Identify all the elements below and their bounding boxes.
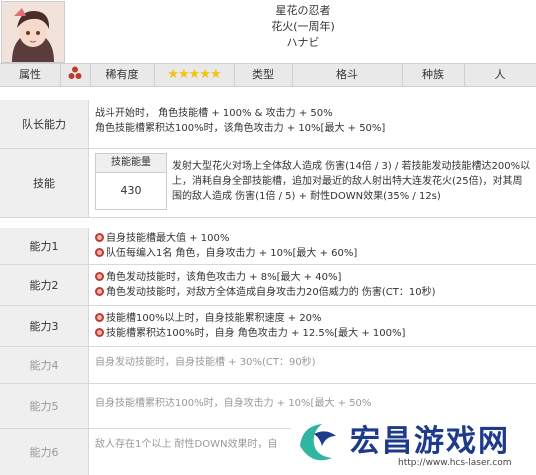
ability-row-2: 能力2 角色发动技能时，该角色攻击力 + 8%[最大 + 40%] 角色发动技能… bbox=[0, 265, 536, 306]
star-icons: ★★★★★ bbox=[167, 67, 221, 82]
character-name-kana: ハナビ bbox=[286, 36, 320, 49]
fire-attribute-icon bbox=[60, 64, 90, 86]
fire-icon bbox=[95, 287, 104, 296]
ability-line: 技能槽100%以上时，自身技能累积速度 + 20% bbox=[106, 313, 322, 324]
race-label: 种族 bbox=[422, 68, 444, 81]
fire-icon bbox=[95, 248, 104, 257]
type-label: 类型 bbox=[252, 68, 274, 81]
character-avatar bbox=[1, 1, 65, 63]
ability-line: 角色发动技能时，该角色攻击力 + 8%[最大 + 40%] bbox=[106, 272, 342, 283]
skill-description: 发射大型花火对场上全体敌人造成 伤害(14倍 / 3) / 若技能发动技能槽达2… bbox=[172, 161, 531, 202]
character-name-jp: 星花の忍者 bbox=[275, 4, 331, 17]
ability-line: 技能槽累积达100%时，自身 角色攻击力 + 12.5%[最大 + 100%] bbox=[106, 328, 406, 339]
ability-line: 自身发动技能时，自身技能槽 + 30%(CT：90秒) bbox=[95, 357, 316, 368]
site-watermark: 宏昌游戏网 http://www.hcs-laser.com bbox=[290, 412, 536, 475]
watermark-url: http://www.hcs-laser.com bbox=[398, 458, 512, 468]
ability-row-3: 能力3 技能槽100%以上时，自身技能累积速度 + 20% 技能槽累积达100%… bbox=[0, 306, 536, 347]
ability-line: 角色发动技能时，对敌方全体造成自身攻击力20倍威力的 伤害(CT：10秒) bbox=[106, 287, 436, 298]
fire-icon bbox=[95, 313, 104, 322]
ability-line: 自身技能槽累积达100%时，自身攻击力 + 10%[最大 + 50% bbox=[95, 398, 372, 409]
ability-row-4: 能力4 自身发动技能时，自身技能槽 + 30%(CT：90秒) bbox=[0, 347, 536, 384]
attribute-label: 属性 bbox=[19, 68, 41, 81]
leader-ability-label: 队长能力 bbox=[0, 100, 89, 148]
fire-icon bbox=[95, 328, 104, 337]
character-names: 星花の忍者 花火(一周年) ハナビ bbox=[70, 3, 536, 51]
leader-line-2: 角色技能槽累积达100%时，该角色攻击力 + 10%[最大 + 50%] bbox=[95, 123, 386, 134]
character-name-cn: 花火(一周年) bbox=[271, 20, 335, 33]
fire-icon bbox=[95, 233, 104, 242]
rarity-label: 稀有度 bbox=[105, 68, 139, 81]
race-value: 人 bbox=[494, 68, 506, 81]
ability-line: 队伍每编入1名 角色，自身攻击力 + 10%[最大 + 60%] bbox=[106, 248, 358, 259]
leader-line-1: 战斗开始时， 角色技能槽 + 100% & 攻击力 + 50% bbox=[95, 108, 333, 119]
type-value: 格斗 bbox=[336, 68, 358, 81]
ability-label: 能力2 bbox=[0, 265, 89, 305]
skill-gauge-header: 技能能量 bbox=[96, 154, 166, 173]
ability-label: 能力4 bbox=[0, 347, 89, 383]
rarity-stars: ★★★★★ bbox=[154, 64, 234, 86]
ability-row-1: 能力1 自身技能槽最大值 + 100% 队伍每编入1名 角色，自身攻击力 + 1… bbox=[0, 228, 536, 265]
attribute-bar: 属性 稀有度 ★★★★★ 类型 格斗 种族 人 bbox=[0, 63, 536, 87]
fire-icon bbox=[95, 272, 104, 281]
skill-gauge-table: 技能能量 430 bbox=[95, 153, 167, 210]
leader-ability-row: 队长能力 战斗开始时， 角色技能槽 + 100% & 攻击力 + 50% 角色技… bbox=[0, 100, 536, 149]
ability-label: 能力3 bbox=[0, 306, 89, 346]
watermark-title: 宏昌游戏网 bbox=[350, 424, 510, 459]
leader-ability-text: 战斗开始时， 角色技能槽 + 100% & 攻击力 + 50% 角色技能槽累积达… bbox=[95, 106, 532, 136]
character-header: 星花の忍者 花火(一周年) ハナビ bbox=[0, 0, 536, 63]
ability-label: 能力1 bbox=[0, 228, 89, 264]
skill-label: 技能 bbox=[0, 149, 89, 217]
ability-label: 能力6 bbox=[0, 429, 89, 475]
skill-gauge-value: 430 bbox=[120, 184, 142, 197]
skill-row: 技能 技能能量 430 发射大型花火对场上全体敌人造成 伤害(14倍 / 3) … bbox=[0, 149, 536, 218]
ability-line: 自身技能槽最大值 + 100% bbox=[106, 233, 230, 244]
ability-label: 能力5 bbox=[0, 384, 89, 428]
watermark-logo-icon bbox=[300, 424, 336, 461]
